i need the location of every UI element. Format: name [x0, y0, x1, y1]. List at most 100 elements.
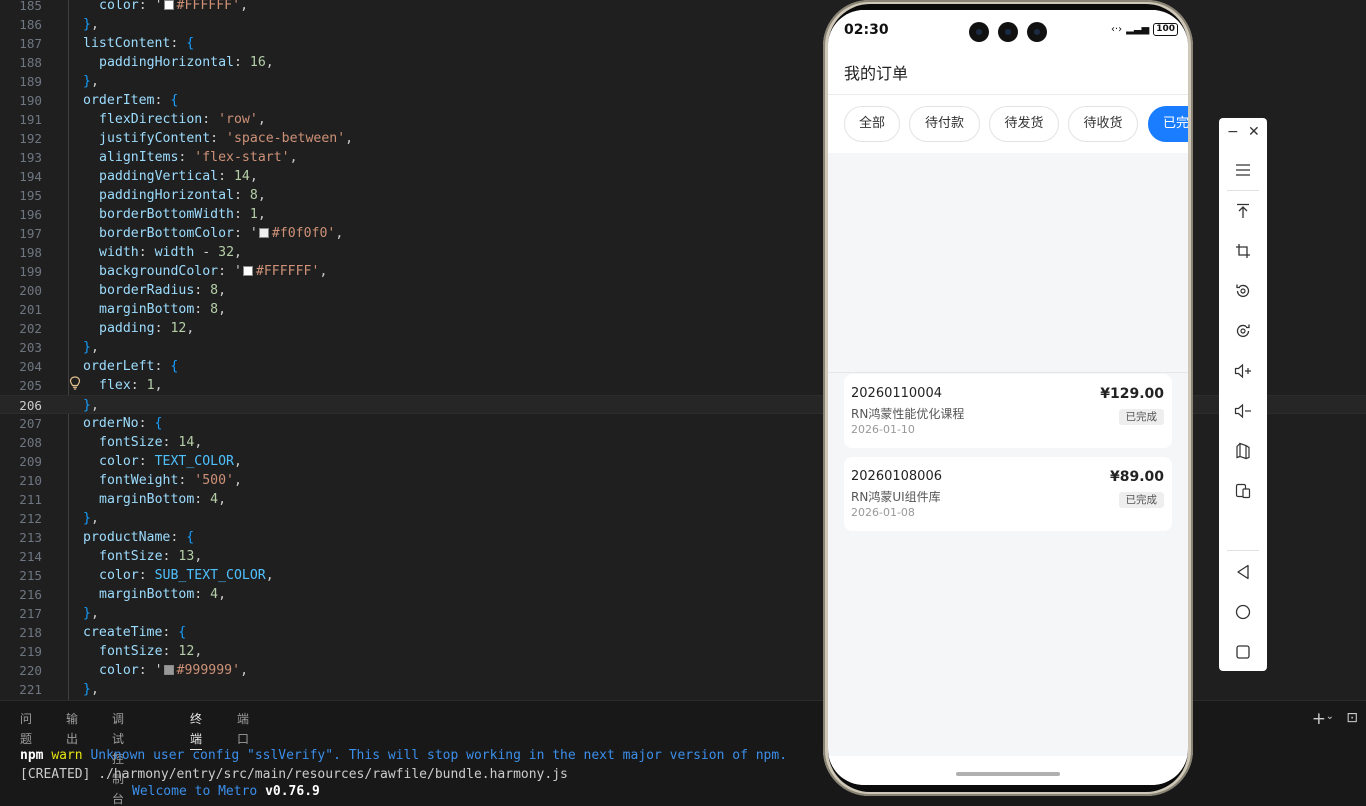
lightbulb-icon[interactable]	[69, 376, 81, 390]
code-text[interactable]: fontSize: 13,	[83, 547, 202, 566]
volume-up-icon[interactable]	[1231, 359, 1255, 383]
code-text[interactable]: },	[83, 396, 99, 415]
line-number: 212	[19, 511, 42, 526]
code-text[interactable]: orderLeft: {	[83, 357, 178, 376]
product-name: RN鸿蒙UI组件库	[851, 490, 941, 504]
order-number: 20260108006	[851, 469, 942, 484]
warn-label: warn	[51, 748, 83, 763]
code-text[interactable]: marginBottom: 4,	[83, 490, 226, 509]
line-number: 216	[19, 587, 42, 602]
code-text[interactable]: paddingHorizontal: 8,	[83, 186, 266, 205]
npm-label: npm	[20, 748, 44, 763]
home-icon[interactable]	[1231, 600, 1255, 624]
code-text[interactable]: alignItems: 'flex-start',	[83, 148, 298, 167]
code-text[interactable]: },	[83, 604, 99, 623]
close-icon[interactable]: ✕	[1248, 124, 1260, 140]
code-text[interactable]: color: ' #FFFFFF',	[83, 0, 248, 15]
code-text[interactable]: },	[83, 15, 99, 34]
filter-chip-pending-receipt[interactable]: 待收货	[1068, 106, 1138, 142]
code-text[interactable]: width: width - 32,	[83, 243, 242, 262]
line-number: 215	[19, 568, 42, 583]
code-text[interactable]: flexDirection: 'row',	[83, 110, 266, 129]
code-text[interactable]: backgroundColor: ' #FFFFFF',	[83, 262, 327, 281]
code-text[interactable]: marginBottom: 8,	[83, 300, 226, 319]
order-filter-bar[interactable]: 全部 待付款 待发货 待收货 已完	[828, 95, 1188, 153]
line-number: 204	[19, 359, 42, 374]
camera-icon	[969, 22, 989, 42]
status-time: 02:30	[844, 22, 889, 38]
code-text[interactable]: },	[83, 338, 99, 357]
menu-icon[interactable]	[1231, 158, 1255, 182]
code-text[interactable]: },	[83, 509, 99, 528]
empty-area	[828, 153, 1188, 373]
phone-screen[interactable]: 02:30 ‹·› ▂▃▅ 100 我的订单 全部 待付款 待发货 待收货 已完…	[828, 10, 1188, 785]
crop-icon[interactable]	[1231, 239, 1255, 263]
code-text[interactable]: listContent: {	[83, 34, 194, 53]
line-number: 203	[19, 340, 42, 355]
page-title: 我的订单	[844, 64, 909, 83]
code-text[interactable]: color: SUB_TEXT_COLOR,	[83, 566, 274, 585]
line-number: 198	[19, 245, 42, 260]
filter-chip-pending-payment[interactable]: 待付款	[909, 106, 980, 142]
code-text[interactable]: padding: 12,	[83, 319, 194, 338]
line-number: 193	[19, 150, 42, 165]
code-text[interactable]: color: ' #999999',	[83, 661, 248, 680]
new-terminal-icon[interactable]: +	[1312, 709, 1326, 729]
line-number: 196	[19, 207, 42, 222]
code-text[interactable]: },	[83, 72, 99, 91]
code-text[interactable]: orderItem: {	[83, 91, 178, 110]
tab-terminal[interactable]: 终端	[190, 709, 203, 750]
terminal-profile-icon[interactable]: ⊡	[1346, 710, 1358, 726]
code-text[interactable]: paddingHorizontal: 16,	[83, 53, 274, 72]
status-badge: 已完成	[1118, 492, 1164, 508]
chevron-down-icon[interactable]: ⌄	[1326, 711, 1334, 722]
code-text[interactable]: flex: 1,	[83, 376, 163, 395]
order-price: ¥89.00	[1109, 469, 1164, 485]
code-text[interactable]: borderRadius: 8,	[83, 281, 226, 300]
multi-device-icon[interactable]	[1231, 479, 1255, 503]
code-text[interactable]: paddingVertical: 14,	[83, 167, 258, 186]
code-text[interactable]: color: TEXT_COLOR,	[83, 452, 242, 471]
tab-ports[interactable]: 端口	[237, 709, 249, 749]
code-text[interactable]: fontWeight: '500',	[83, 471, 242, 490]
recents-icon[interactable]	[1231, 640, 1255, 664]
filter-chip-completed[interactable]: 已完	[1148, 106, 1188, 142]
code-text[interactable]: productName: {	[83, 528, 194, 547]
screenshot-icon[interactable]	[1231, 319, 1255, 343]
fold-icon[interactable]	[1231, 439, 1255, 463]
camera-icon	[1027, 22, 1047, 42]
rotate-icon[interactable]	[1231, 279, 1255, 303]
code-text[interactable]: fontSize: 14,	[83, 433, 202, 452]
code-text[interactable]: },	[83, 680, 99, 699]
code-text[interactable]: fontSize: 12,	[83, 642, 202, 661]
home-indicator[interactable]	[956, 772, 1060, 776]
line-number: 195	[19, 188, 42, 203]
filter-chip-all[interactable]: 全部	[844, 106, 900, 142]
filter-chip-pending-shipment[interactable]: 待发货	[989, 106, 1059, 142]
order-card[interactable]: 20260110004 RN鸿蒙性能优化课程 2026-01-10 ¥129.0…	[844, 374, 1172, 448]
gesture-area	[828, 756, 1188, 785]
status-icons: ‹·› ▂▃▅ 100	[1111, 23, 1178, 36]
code-text[interactable]: createTime: {	[83, 623, 186, 642]
order-time: 2026-01-08	[851, 506, 915, 519]
pin-top-icon[interactable]	[1231, 199, 1255, 223]
terminal-line-created: [CREATED] ./harmony/entry/src/main/resou…	[20, 767, 568, 782]
back-icon[interactable]	[1231, 560, 1255, 584]
code-text[interactable]: orderNo: {	[83, 414, 162, 433]
code-text[interactable]: borderBottomWidth: 1,	[83, 205, 266, 224]
line-number: 194	[19, 169, 42, 184]
volume-down-icon[interactable]	[1231, 399, 1255, 423]
tab-problems[interactable]: 问题	[20, 709, 32, 749]
tab-output[interactable]: 输出	[66, 709, 78, 749]
terminal-line-welcome: Welcome to Metro v0.76.9	[132, 783, 320, 801]
line-number: 217	[19, 606, 42, 621]
line-number: 200	[19, 283, 42, 298]
code-text[interactable]: marginBottom: 4,	[83, 585, 226, 604]
code-text[interactable]: borderBottomColor: ' #f0f0f0',	[83, 224, 343, 243]
order-card[interactable]: 20260108006 RN鸿蒙UI组件库 2026-01-08 ¥89.00 …	[844, 457, 1172, 531]
camera-icon	[998, 22, 1018, 42]
signal-icon: ▂▃▅	[1126, 24, 1150, 35]
minimize-icon[interactable]: −	[1227, 124, 1239, 140]
code-text[interactable]: justifyContent: 'space-between',	[83, 129, 353, 148]
line-number: 192	[19, 131, 42, 146]
